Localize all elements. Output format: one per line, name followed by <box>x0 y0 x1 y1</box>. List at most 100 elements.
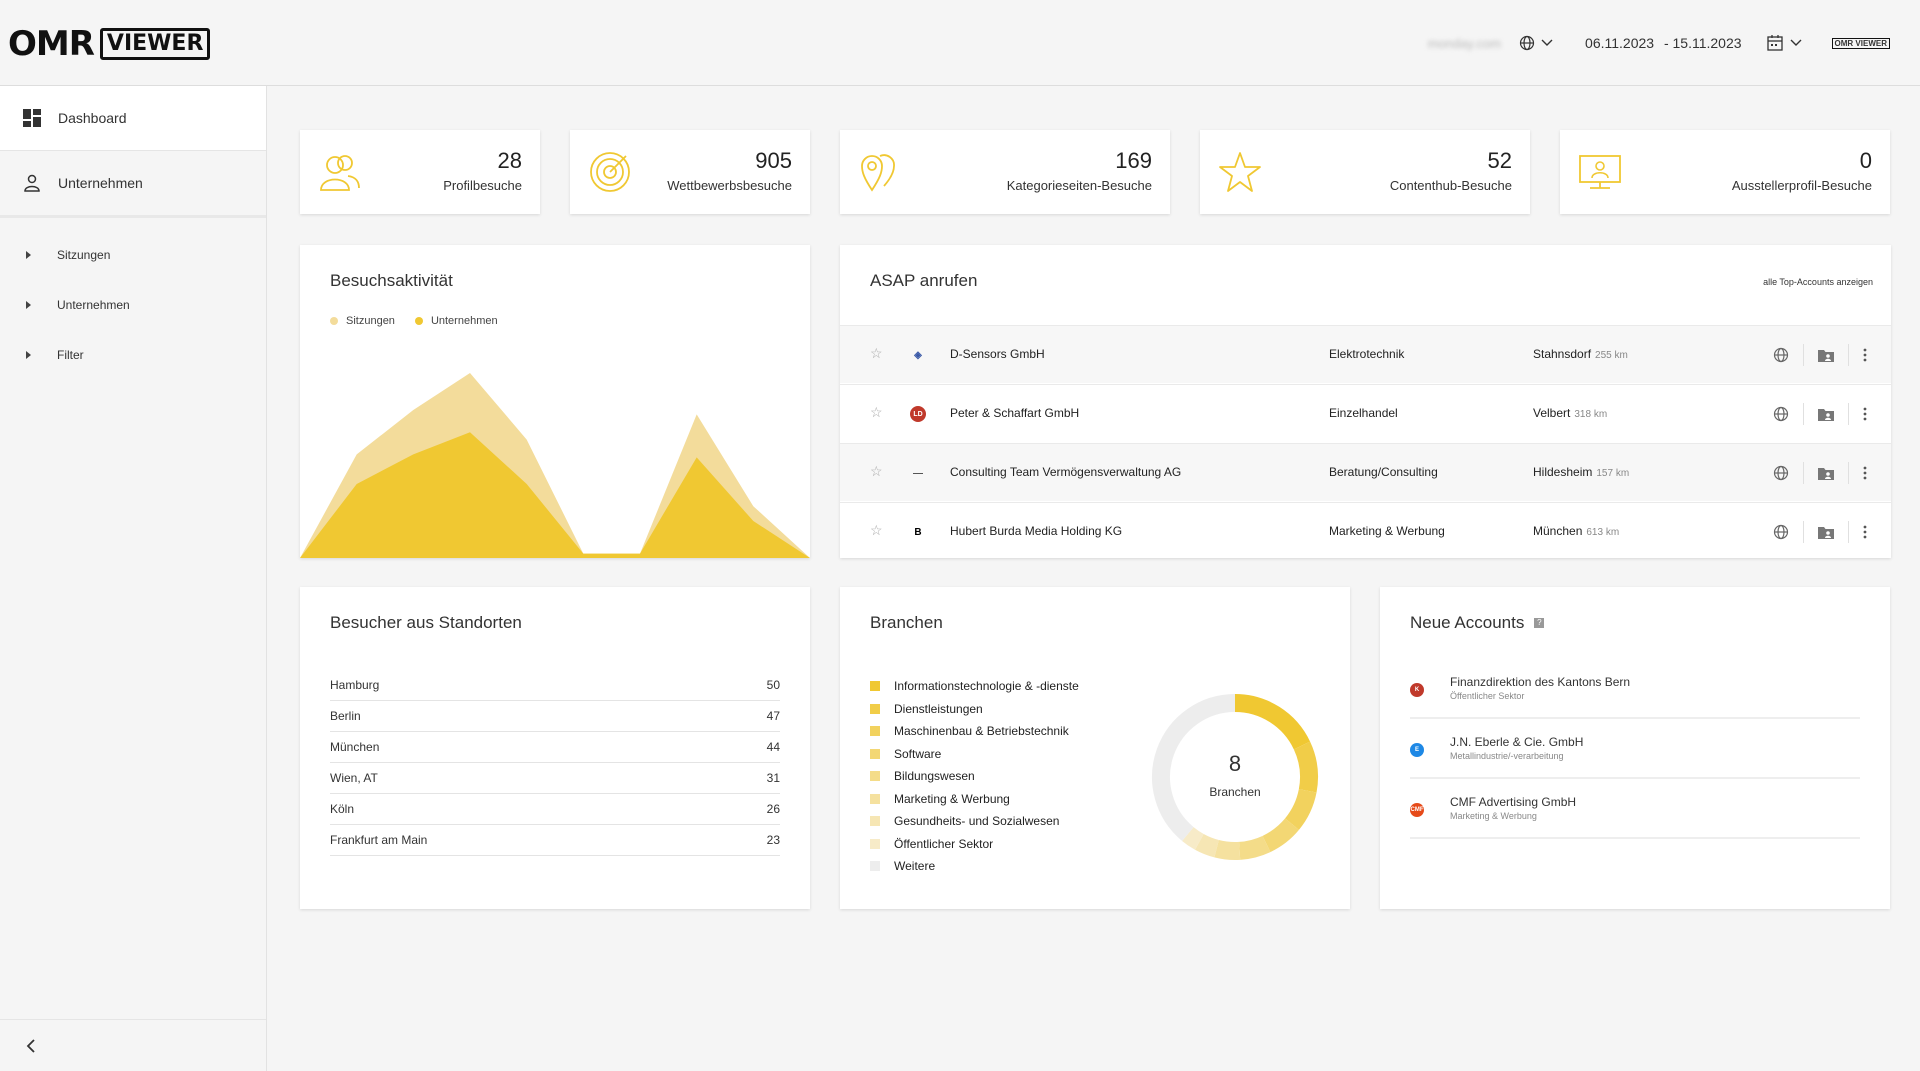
company-logo: B <box>914 526 922 538</box>
list-item[interactable]: K Finanzdirektion des Kantons Bern Öffentl… <box>1410 669 1860 719</box>
favorite-star-icon[interactable]: ☆ <box>870 345 883 362</box>
globe-icon[interactable] <box>1773 406 1789 422</box>
account-name[interactable]: J.N. Eberle & Cie. GmbH <box>1450 735 1583 749</box>
show-all-top-accounts-link[interactable]: alle Top-Accounts anzeigen <box>1763 277 1873 287</box>
language-selector[interactable] <box>1519 35 1553 51</box>
legend-swatch <box>870 703 880 714</box>
legend-swatch <box>870 793 880 804</box>
company-logo: LD <box>910 406 926 422</box>
company-name[interactable]: D-Sensors GmbH <box>950 347 1045 361</box>
donut-slice[interactable] <box>1238 835 1271 860</box>
globe-icon[interactable] <box>1773 347 1789 363</box>
company-name[interactable]: Hubert Burda Media Holding KG <box>950 524 1122 538</box>
table-row[interactable]: ☆ — Consulting Team Vermögensverwaltung AG… <box>840 443 1891 501</box>
distance: 255 km <box>1595 350 1628 361</box>
company-name[interactable]: Consulting Team Vermögensverwaltung AG <box>950 465 1181 479</box>
sidebar-sub-label: Sitzungen <box>57 248 111 262</box>
city-name: Stahnsdorf <box>1533 347 1592 361</box>
account-name[interactable]: Finanzdirektion des Kantons Bern <box>1450 675 1630 689</box>
sidebar-sub-filter[interactable]: Filter <box>0 330 266 380</box>
city-name: München <box>1533 524 1583 538</box>
locations-card: Besucher aus Standorten Hamburg 50 Berlin 4… <box>300 587 810 909</box>
stat-card-profilbesuche: 28 Profilbesuche <box>300 130 540 214</box>
globe-icon[interactable] <box>1773 524 1789 540</box>
folder-person-icon[interactable] <box>1818 525 1834 539</box>
caret-right-icon <box>26 351 31 359</box>
more-vertical-icon[interactable] <box>1863 348 1867 362</box>
list-item[interactable]: E J.N. Eberle & Cie. GmbH Metallindustrie/… <box>1410 729 1860 779</box>
favorite-star-icon[interactable]: ☆ <box>870 522 883 539</box>
legend-item[interactable]: Öffentlicher Sektor <box>870 837 993 851</box>
globe-icon <box>1519 35 1535 51</box>
legend-item[interactable]: Informationstechnologie & -dienste <box>870 679 1079 693</box>
legend-item[interactable]: Weitere <box>870 859 935 873</box>
more-vertical-icon[interactable] <box>1863 407 1867 421</box>
divider <box>1848 521 1849 543</box>
stat-value: 0 <box>1859 148 1872 173</box>
company-name[interactable]: Peter & Schaffart GmbH <box>950 406 1079 420</box>
card-title: Neue Accounts ? <box>1410 613 1545 633</box>
card-title: Besucher aus Standorten <box>330 613 522 632</box>
map-pin-icon <box>861 154 895 192</box>
list-item: Wien, AT 31 <box>330 763 780 794</box>
company-industry: Einzelhandel <box>1329 406 1398 420</box>
donut-slice[interactable] <box>1234 694 1311 750</box>
list-item: Hamburg 50 <box>330 670 780 701</box>
folder-person-icon[interactable] <box>1818 407 1834 421</box>
stat-value: 28 <box>497 148 522 173</box>
sidebar-sub-sitzungen[interactable]: Sitzungen <box>0 230 266 280</box>
location-count: 26 <box>766 802 780 816</box>
legend-label: Weitere <box>894 859 936 873</box>
help-icon[interactable]: ? <box>1534 618 1545 628</box>
stat-label: Ausstellerprofil-Besuche <box>1731 178 1872 193</box>
account-logo: E <box>1410 743 1424 757</box>
sidebar-sub-label: Filter <box>57 348 84 362</box>
sidebar-item-unternehmen[interactable]: Unternehmen <box>0 151 266 215</box>
divider <box>1848 462 1849 484</box>
activity-card: Besuchsaktivität Sitzungen Unternehmen <box>300 245 810 558</box>
favorite-star-icon[interactable]: ☆ <box>870 463 883 480</box>
favorite-star-icon[interactable]: ☆ <box>870 404 883 421</box>
list-item[interactable]: CMF CMF Advertising GmbH Marketing & Werbu… <box>1410 789 1860 839</box>
folder-person-icon[interactable] <box>1818 348 1834 362</box>
sidebar-item-dashboard[interactable]: Dashboard <box>0 86 266 150</box>
branchen-donut-chart <box>1152 694 1318 860</box>
donut-slice[interactable] <box>1182 826 1204 850</box>
legend-swatch <box>870 726 880 736</box>
sidebar-collapse-button[interactable] <box>0 1019 266 1071</box>
legend-item[interactable]: Dienstleistungen <box>870 702 983 716</box>
distance: 613 km <box>1586 527 1620 538</box>
folder-person-icon[interactable] <box>1818 466 1834 480</box>
donut-slice[interactable] <box>1195 833 1220 858</box>
location-city: Köln <box>330 802 355 816</box>
table-row[interactable]: ☆ LD Peter & Schaffart GmbH Einzelhandel Vel… <box>840 384 1891 442</box>
legend-item[interactable]: Maschinenbau & Betriebstechnik <box>870 724 1069 738</box>
legend-item[interactable]: Gesundheits- und Sozialwesen <box>870 814 1059 828</box>
stat-value: 169 <box>1115 148 1152 173</box>
location-count: 31 <box>766 771 780 785</box>
more-vertical-icon[interactable] <box>1863 466 1867 480</box>
globe-icon[interactable] <box>1773 465 1789 481</box>
domain-text: monday.com <box>1427 35 1502 51</box>
more-vertical-icon[interactable] <box>1863 525 1867 539</box>
date-picker-button[interactable] <box>1766 34 1802 52</box>
omr-viewer-logo[interactable]: OMR VIEWER <box>8 24 211 64</box>
donut-slice[interactable] <box>1262 818 1299 853</box>
caret-right-icon <box>26 251 31 259</box>
table-row[interactable]: ☆ ◈ D-Sensors GmbH Elektrotechnik Stahnsdorf… <box>840 325 1891 383</box>
sidebar-sub-unternehmen[interactable]: Unternehmen <box>0 280 266 330</box>
sidebar-item-label: Dashboard <box>58 110 127 126</box>
account-sector: Marketing & Werbung <box>1450 811 1537 821</box>
legend-item[interactable]: Bildungswesen <box>870 769 975 783</box>
table-row[interactable]: ☆ B Hubert Burda Media Holding KG Marketing… <box>840 502 1891 558</box>
asap-card: ASAP anrufen alle Top-Accounts anzeigen … <box>840 245 1891 558</box>
list-item: Berlin 47 <box>330 701 780 732</box>
location-count: 47 <box>766 709 780 723</box>
account-name[interactable]: CMF Advertising GmbH <box>1450 795 1576 809</box>
donut-slice[interactable] <box>1214 839 1241 860</box>
stat-card-wettbewerbsbesuche: 905 Wettbewerbsbesuche <box>570 130 810 214</box>
legend-item[interactable]: Software <box>870 747 941 761</box>
legend-item[interactable]: Marketing & Werbung <box>870 792 1010 806</box>
user-account-logo[interactable]: OMR VIEWER <box>1831 37 1890 49</box>
row-actions <box>1773 521 1867 543</box>
